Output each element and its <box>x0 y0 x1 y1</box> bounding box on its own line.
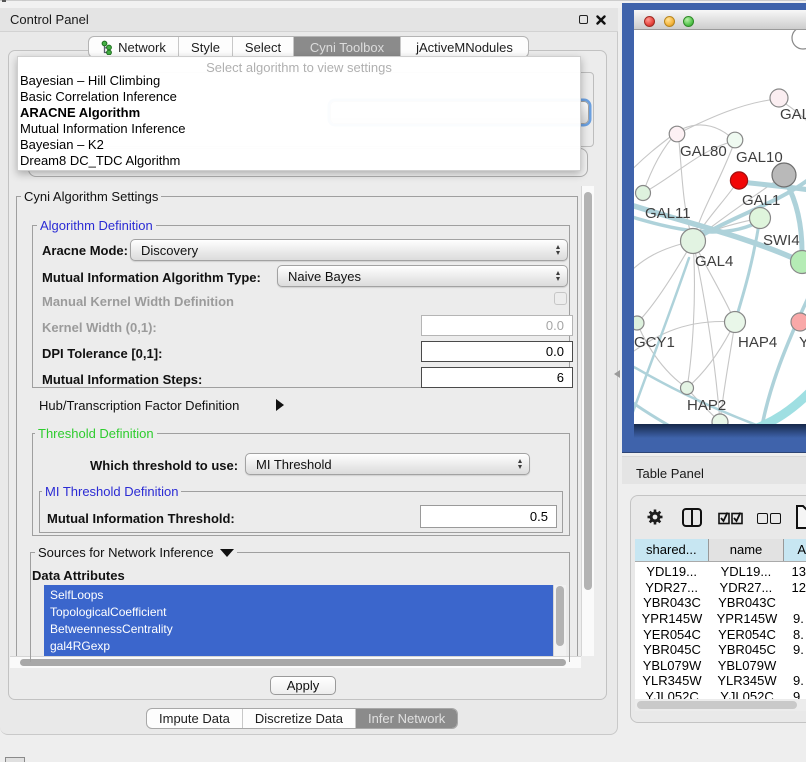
svg-text:GAL: GAL <box>780 106 806 123</box>
svg-text:GCY1: GCY1 <box>634 334 675 351</box>
svg-text:SWI4: SWI4 <box>763 232 800 249</box>
svg-text:GAL11: GAL11 <box>645 205 691 222</box>
svg-text:HAP4: HAP4 <box>738 334 777 351</box>
svg-text:GAL80: GAL80 <box>680 143 727 160</box>
svg-text:HAP2: HAP2 <box>687 397 726 414</box>
svg-text:GAL10: GAL10 <box>736 149 783 166</box>
svg-text:GAL4: GAL4 <box>695 253 733 270</box>
svg-text:Y: Y <box>799 334 806 351</box>
svg-text:GAL1: GAL1 <box>742 192 780 209</box>
